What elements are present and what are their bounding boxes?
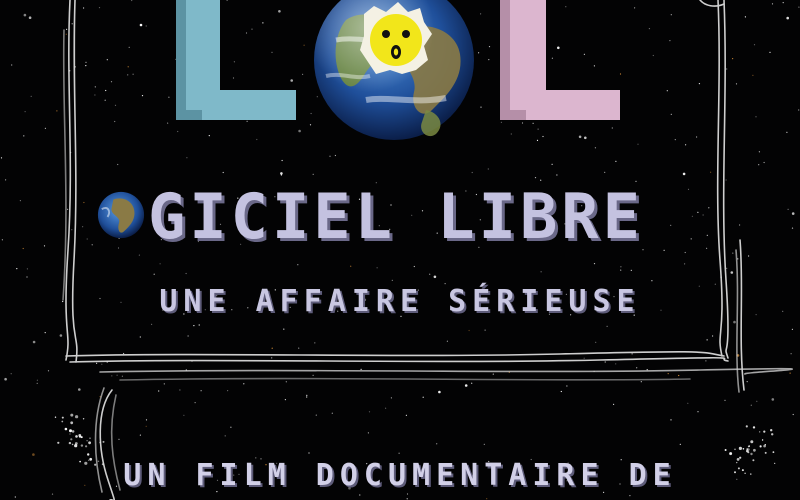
movie-poster: GICIEL LIBRE UNE AFFAIRE SÉRIEUSE UN FIL…	[0, 0, 800, 500]
earth-globe-icon	[314, 0, 474, 140]
logo-letter-right	[500, 0, 620, 120]
logo-letter-left	[176, 0, 296, 120]
title-text: GICIEL LIBRE	[148, 180, 644, 253]
poster-subtitle: UNE AFFAIRE SÉRIEUSE	[159, 284, 641, 319]
credit-line: UN FILM DOCUMENTAIRE DE	[123, 458, 677, 493]
small-earth-globe-icon	[97, 191, 145, 239]
poster-title: GICIEL LIBRE	[0, 182, 800, 260]
